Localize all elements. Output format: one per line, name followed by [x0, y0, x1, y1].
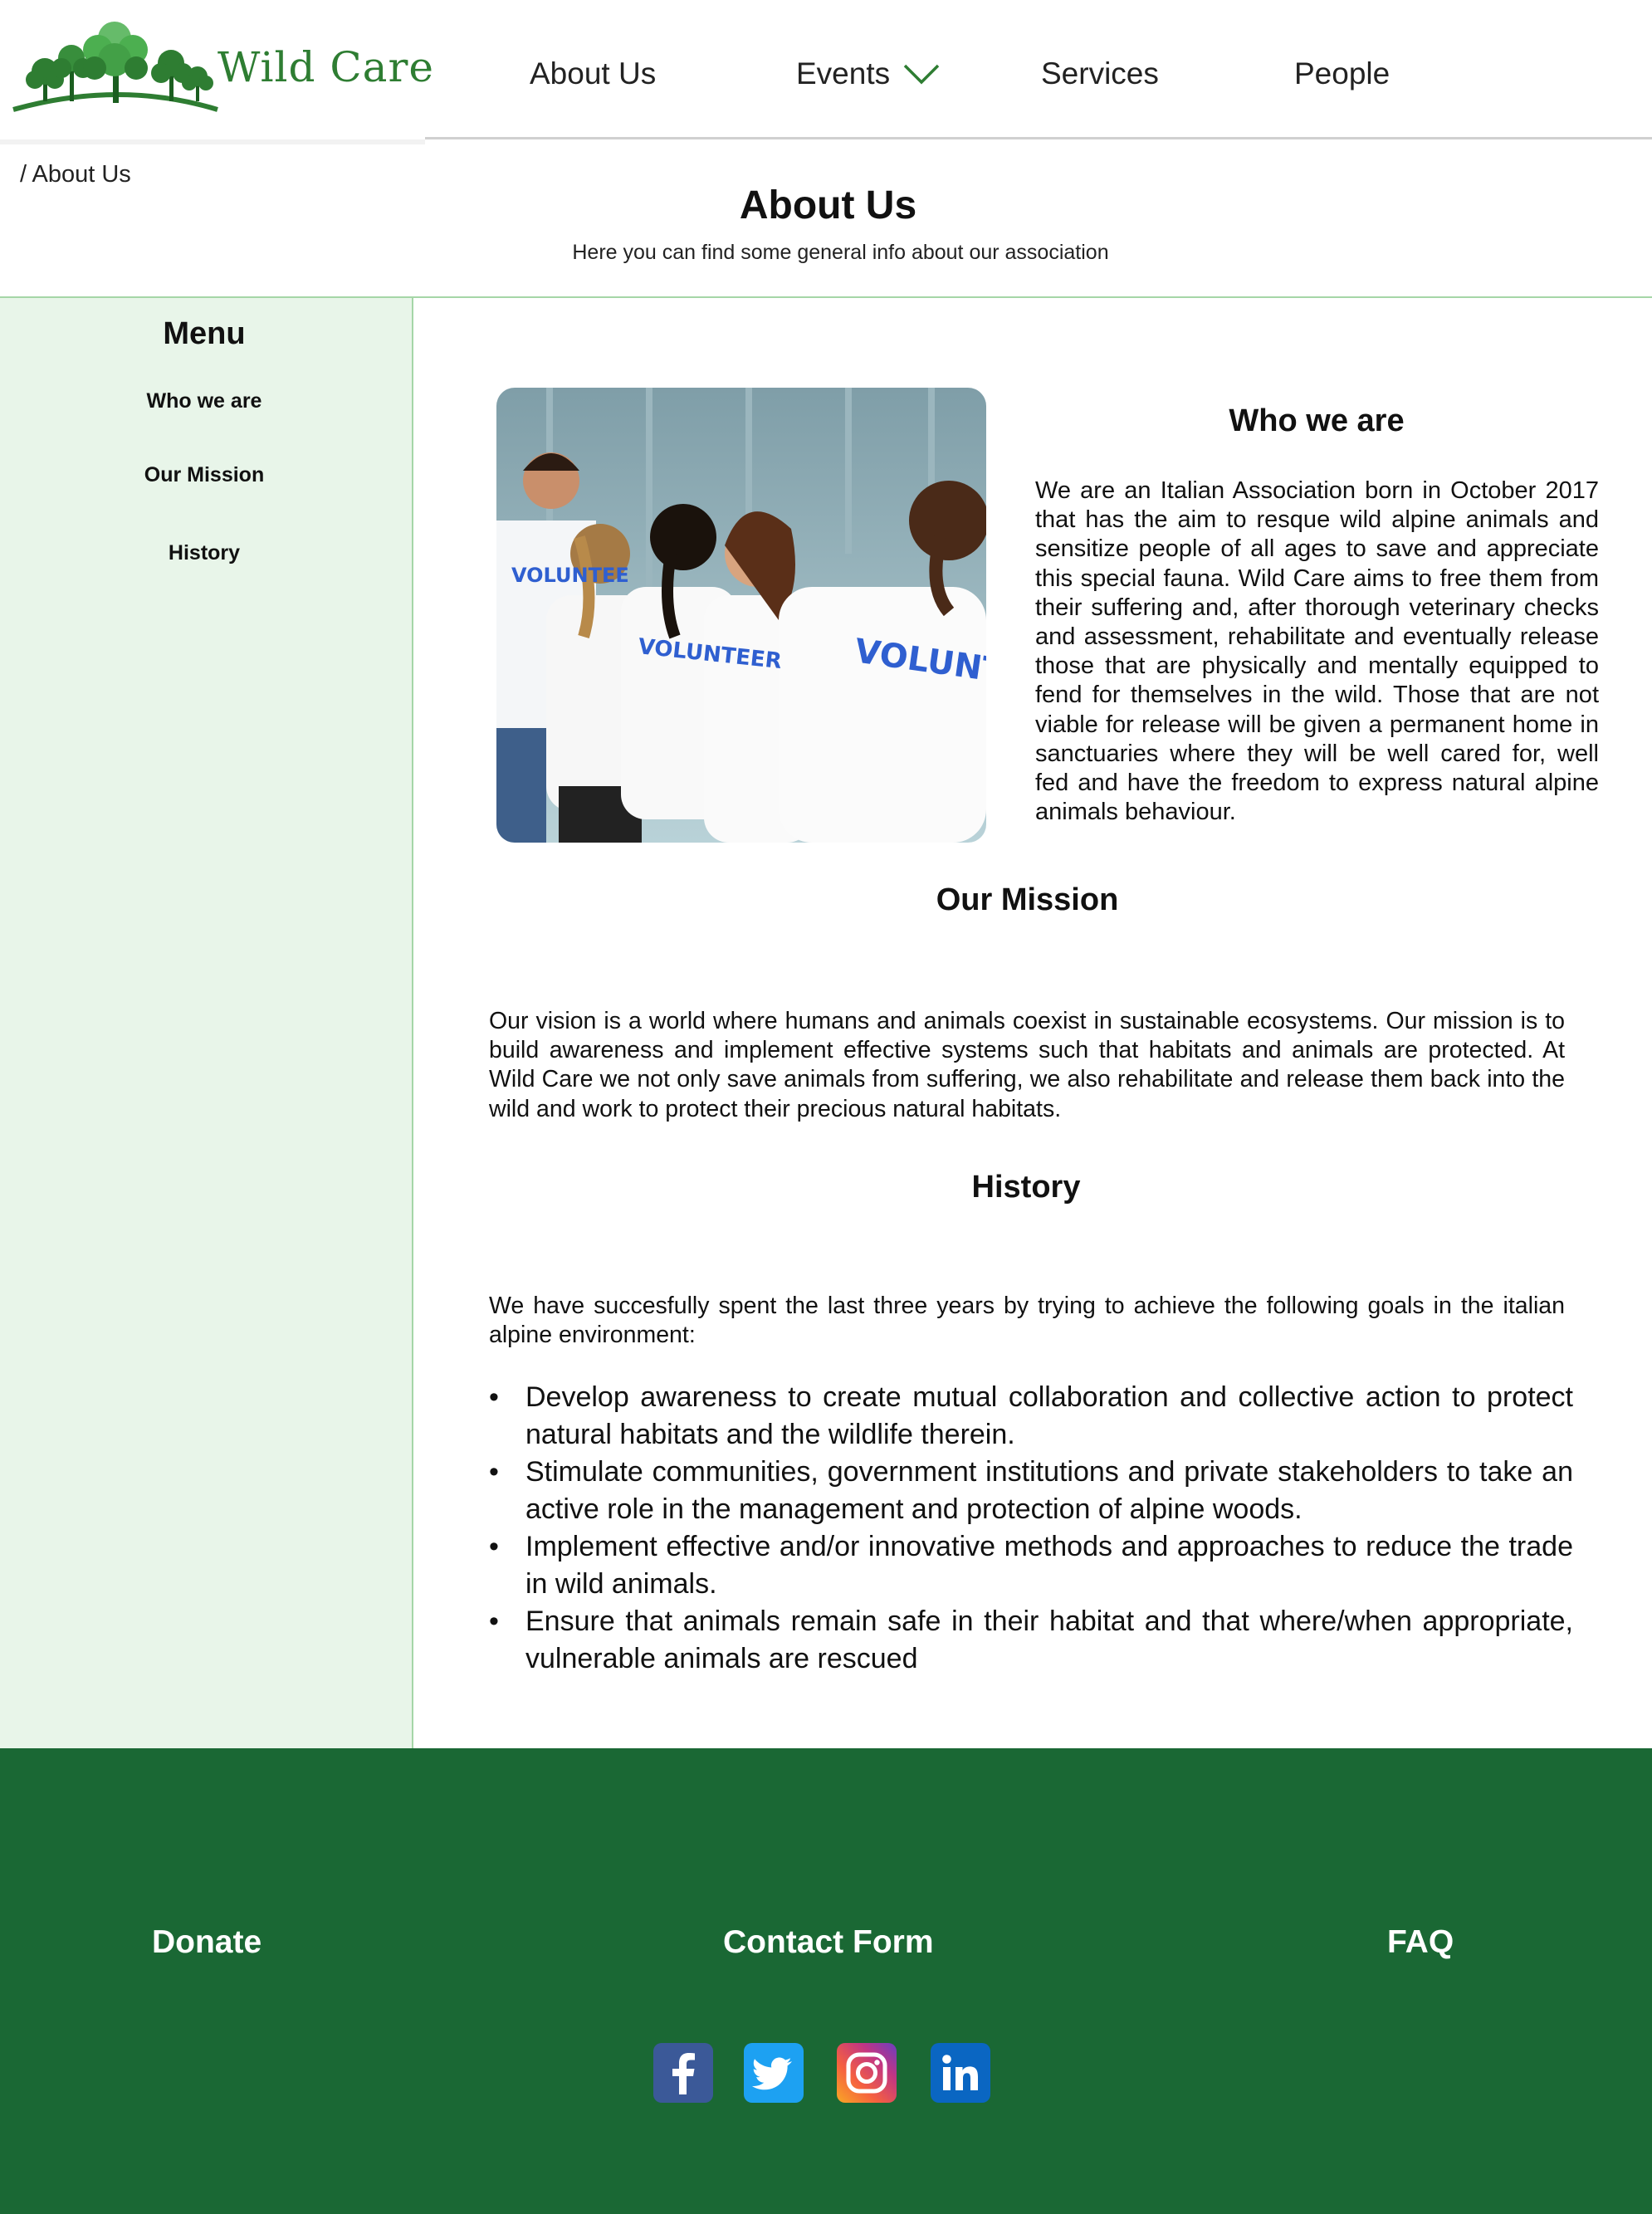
site-footer: Donate Contact Form FAQ [0, 1748, 1652, 2214]
facebook-icon[interactable] [653, 2043, 713, 2103]
contact-form-link[interactable]: Contact Form [723, 1924, 934, 1961]
nav-events[interactable]: Events [796, 56, 890, 91]
our-mission-text: Our vision is a world where humans and a… [489, 1008, 1565, 1122]
nav-people[interactable]: People [1294, 56, 1390, 91]
page-subtitle: Here you can find some general info abou… [572, 241, 1109, 264]
nav-about-us[interactable]: About Us [530, 56, 656, 91]
list-item: • Stimulate communities, government insti… [489, 1454, 1573, 1528]
volunteers-photo: VOLUNTEE VOLUNTEER VOLUNTEER [496, 388, 986, 843]
list-item: • Develop awareness to create mutual col… [489, 1379, 1573, 1454]
sidebar-menu: Menu Who we are Our Mission History [0, 298, 413, 1748]
sidebar-title: Menu [163, 316, 246, 351]
sidebar-item-our-mission[interactable]: Our Mission [0, 463, 408, 487]
who-we-are-title: Who we are [1229, 403, 1405, 438]
nav-services[interactable]: Services [1041, 56, 1159, 91]
faq-link[interactable]: FAQ [1387, 1924, 1454, 1961]
our-mission-title: Our Mission [936, 882, 1119, 917]
header-shadow [0, 139, 425, 144]
goal-text: Develop awareness to create mutual colla… [525, 1381, 1573, 1450]
list-item: • Implement effective and/or innovative m… [489, 1528, 1573, 1603]
history-title: History [971, 1170, 1081, 1205]
twitter-icon[interactable] [744, 2043, 804, 2103]
goal-text: Implement effective and/or innovative me… [525, 1531, 1573, 1600]
sidebar-item-who-we-are[interactable]: Who we are [0, 389, 408, 413]
who-we-are-text: We are an Italian Association born in Oc… [1035, 477, 1599, 826]
bullet-icon: • [489, 1456, 499, 1488]
donate-link[interactable]: Donate [152, 1924, 261, 1961]
svg-text:VOLUNTEE: VOLUNTEE [511, 564, 629, 587]
goals-list: • Develop awareness to create mutual col… [489, 1379, 1573, 1678]
bullet-icon: • [489, 1531, 499, 1562]
bullet-icon: • [489, 1381, 499, 1413]
bullet-icon: • [489, 1606, 499, 1637]
goal-text: Ensure that animals remain safe in their… [525, 1606, 1573, 1674]
page-title: About Us [739, 183, 917, 227]
history-intro: We have succesfully spent the last three… [489, 1293, 1565, 1348]
header-divider [425, 137, 1652, 139]
goal-text: Stimulate communities, government instit… [525, 1456, 1573, 1525]
brand-name[interactable]: Wild Care [217, 43, 434, 91]
sidebar-item-history[interactable]: History [0, 541, 408, 565]
site-header: Wild Care About Us Events Services Peopl… [0, 0, 1652, 139]
linkedin-icon[interactable] [931, 2043, 990, 2103]
instagram-icon[interactable] [837, 2043, 897, 2103]
list-item: • Ensure that animals remain safe in thei… [489, 1603, 1573, 1678]
chevron-down-icon[interactable] [903, 63, 940, 85]
